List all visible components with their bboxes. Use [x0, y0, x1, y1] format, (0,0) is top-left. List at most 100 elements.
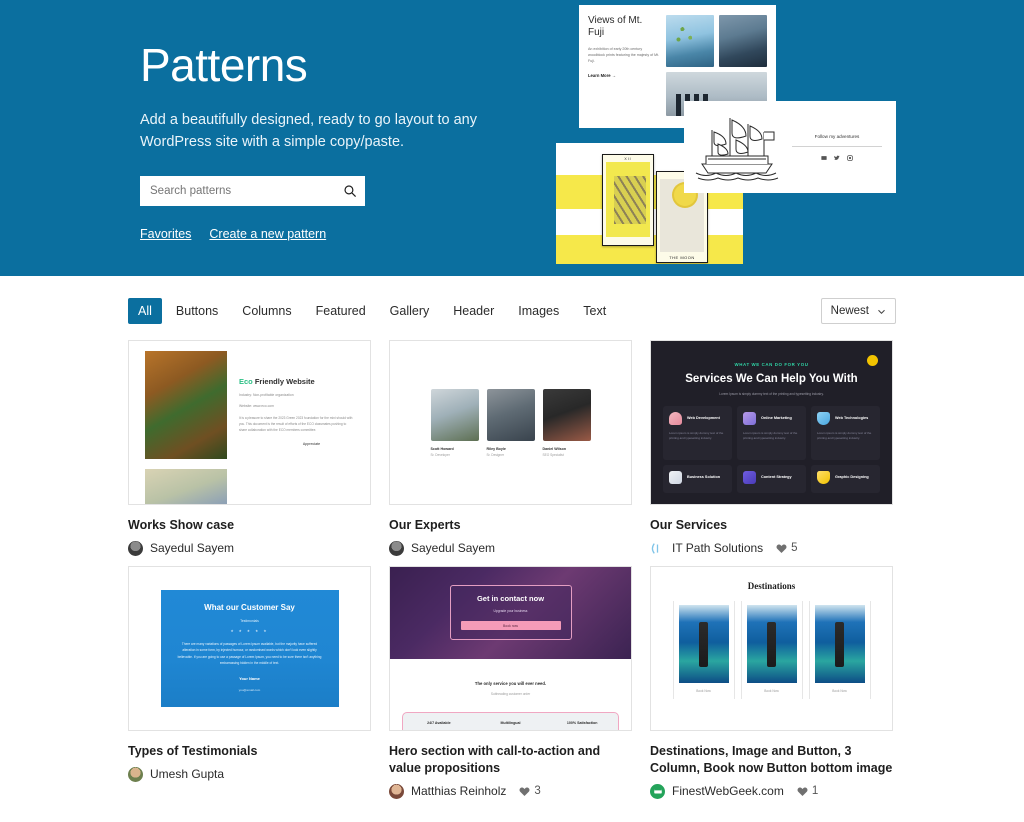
pattern-title[interactable]: Hero section with call-to-action and val… [389, 743, 632, 777]
author-name: FinestWebGeek.com [672, 784, 784, 799]
preview-card-adventures: Follow my adventures [684, 101, 896, 193]
pattern-author-row: Umesh Gupta [128, 766, 371, 782]
pattern-card: Scott Howard Sr. Developer Riley Boyle S… [389, 340, 632, 556]
heart-icon [776, 544, 787, 553]
finestwebgeek-logo-icon [653, 788, 662, 794]
author-name: Sayedul Sayem [411, 541, 496, 556]
filter-toolbar: All Buttons Columns Featured Gallery Hea… [128, 276, 896, 332]
preview-industry-label: Industry: [239, 393, 253, 397]
sort-dropdown[interactable]: Newest [820, 298, 896, 324]
avatar [650, 540, 665, 556]
value-heading: The only service you will ever need. [474, 680, 547, 686]
mail-icon [821, 155, 827, 160]
like-count-group: 1 [797, 785, 818, 797]
divider [792, 145, 882, 147]
social-icons [792, 154, 882, 161]
rating-stars: ★ ★ ★ ★ ★ [230, 628, 269, 633]
tarot-card-1: XII [602, 154, 654, 246]
expert-role: SEO Specialist [542, 452, 564, 457]
pattern-thumbnail-hero-section[interactable]: Get in contact now Upgrade your business… [389, 565, 632, 731]
tab-all[interactable]: All [128, 298, 162, 324]
pattern-thumbnail-our-experts[interactable]: Scott Howard Sr. Developer Riley Boyle S… [389, 340, 632, 505]
pattern-card: What our Customer Say Testimonials ★ ★ ★… [128, 565, 371, 799]
pattern-title[interactable]: Types of Testimonials [128, 743, 371, 760]
service-tile: Web Technologies Lorem ipsum is simply d… [811, 406, 880, 460]
pattern-thumbnail-works-show-case[interactable]: Eco Friendly Website Industry: Non-profi… [128, 340, 371, 505]
favorites-link[interactable]: Favorites [140, 227, 191, 241]
page-title: Patterns [140, 39, 308, 91]
avatar [389, 783, 404, 799]
pattern-thumbnail-destinations[interactable]: Destinations Book Now Book Now Book Now [650, 565, 893, 731]
preview-website-row: Website: www.eco.com [239, 404, 354, 408]
pattern-title[interactable]: Our Services [650, 517, 893, 534]
pattern-title[interactable]: Works Show case [128, 517, 371, 534]
content-area: All Buttons Columns Featured Gallery Hea… [0, 276, 1024, 799]
tab-header[interactable]: Header [443, 298, 504, 324]
fuji-learn-more-link: Learn More → [588, 73, 616, 79]
service-name: Online Marketing [761, 415, 792, 420]
heart-icon [797, 787, 808, 796]
destination-item: Book Now [740, 600, 803, 699]
pattern-grid: Eco Friendly Website Industry: Non-profi… [128, 340, 896, 799]
service-icon [669, 471, 682, 484]
service-name: Content Strategy [761, 474, 792, 479]
fuji-image-1 [666, 15, 714, 67]
destination-button: Book Now [832, 688, 847, 693]
tarot-card-label: THE MOON [669, 255, 695, 260]
expert-name: Daniel Wilson [542, 446, 567, 451]
pattern-thumbnail-our-services[interactable]: WHAT WE CAN DO FOR YOU Services We Can H… [650, 340, 893, 505]
ship-illustration [684, 101, 792, 193]
tab-featured[interactable]: Featured [306, 298, 376, 324]
expert-photo [430, 388, 479, 441]
services-heading: Services We Can Help You With [685, 373, 858, 385]
cta-button: Book now [460, 621, 561, 631]
like-count-group: 3 [519, 785, 541, 797]
pattern-author-row: IT Path Solutions 5 [650, 540, 893, 556]
pattern-author-row: Sayedul Sayem [128, 540, 371, 556]
avatar [128, 766, 143, 782]
service-name: Web Development [687, 415, 720, 420]
pattern-title[interactable]: Destinations, Image and Button, 3 Column… [650, 743, 893, 777]
instagram-icon [847, 154, 853, 161]
testimonial-subheading: Testimonials [240, 618, 259, 623]
tab-columns[interactable]: Columns [232, 298, 301, 324]
pattern-author-row: FinestWebGeek.com 1 [650, 783, 893, 799]
search-input[interactable] [150, 184, 343, 197]
destination-image [814, 604, 865, 683]
pattern-thumbnail-types-of-testimonials[interactable]: What our Customer Say Testimonials ★ ★ ★… [128, 565, 371, 731]
tab-gallery[interactable]: Gallery [380, 298, 440, 324]
twitter-icon [834, 155, 840, 160]
preview-image [145, 351, 227, 459]
destination-image [746, 604, 797, 683]
expert-item: Riley Boyle Sr. Designer [486, 388, 535, 457]
service-body: Lorem ipsum is simply dummy text of the … [669, 431, 724, 441]
service-tile: Content Strategy [737, 465, 806, 493]
expert-role: Sr. Designer [486, 452, 505, 457]
service-tile: Business Solution [663, 465, 732, 493]
tab-buttons[interactable]: Buttons [166, 298, 228, 324]
search-icon[interactable] [343, 184, 357, 198]
pattern-author-row: Matthias Reinholz 3 [389, 783, 632, 799]
author-name: Sayedul Sayem [150, 541, 235, 556]
preview-website-value: www.eco.com [253, 404, 275, 408]
service-body: Lorem ipsum is simply dummy text of the … [817, 431, 872, 441]
stat-item: 24/7 Available [427, 720, 451, 725]
preview-image-2 [145, 469, 227, 504]
service-name: Business Solution [687, 474, 721, 479]
expert-photo [542, 388, 591, 441]
create-pattern-link[interactable]: Create a new pattern [209, 227, 326, 241]
author-name: IT Path Solutions [672, 541, 764, 556]
like-count: 1 [811, 785, 819, 798]
preview-body: It is a pleasure to share the 2023 Green… [239, 416, 353, 433]
avatar [128, 540, 143, 556]
service-icon [817, 471, 830, 484]
like-count-group: 5 [776, 542, 798, 554]
service-name: Web Technologies [835, 415, 869, 420]
search-box[interactable] [140, 175, 365, 206]
tab-text[interactable]: Text [573, 298, 616, 324]
tab-images[interactable]: Images [508, 298, 569, 324]
hero-links: Favorites Create a new pattern [140, 227, 570, 241]
expert-name: Riley Boyle [486, 446, 506, 451]
pattern-title[interactable]: Our Experts [389, 517, 632, 534]
destination-button: Book Now [696, 688, 711, 693]
